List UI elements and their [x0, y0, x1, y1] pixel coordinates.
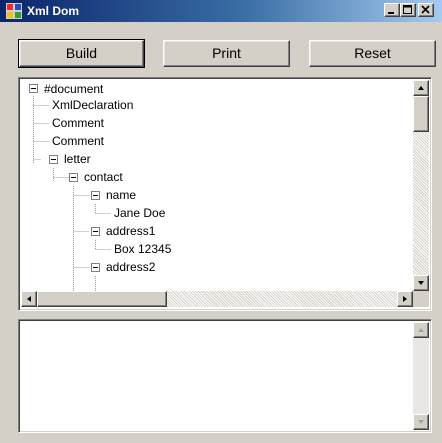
tree-node-jane-doe[interactable]: Jane Doe	[114, 204, 165, 222]
arrow-up-icon	[418, 328, 424, 332]
arrow-left-icon	[27, 296, 31, 302]
expander-letter[interactable]	[49, 155, 58, 164]
expander-contact[interactable]	[69, 173, 78, 182]
arrow-down-icon	[418, 281, 424, 285]
output-scroll-up-button[interactable]	[413, 322, 429, 338]
tree-scroll-right-button[interactable]	[397, 291, 413, 307]
title-bar[interactable]: Xml Dom	[0, 0, 442, 22]
tree-node-xmldeclaration[interactable]: XmlDeclaration	[52, 96, 133, 114]
maximize-icon	[403, 5, 412, 14]
tree-node-address1[interactable]: address1	[106, 222, 155, 240]
expander-address1[interactable]	[91, 227, 100, 236]
tree-vertical-thumb[interactable]	[413, 96, 429, 132]
arrow-up-icon	[418, 86, 424, 90]
tree-node-contact[interactable]: contact	[84, 168, 123, 186]
tree-node-name[interactable]: name	[106, 186, 136, 204]
arrow-down-icon	[418, 420, 424, 424]
app-icon	[6, 3, 22, 19]
xml-tree-view[interactable]: #document XmlDeclaration Comment Comment…	[18, 77, 432, 311]
close-icon	[421, 5, 430, 14]
close-button[interactable]	[418, 3, 434, 17]
output-scroll-down-button[interactable]	[413, 414, 429, 430]
minimize-icon	[388, 12, 394, 14]
tree-scroll-up-button[interactable]	[413, 80, 429, 96]
arrow-right-icon	[403, 296, 407, 302]
maximize-button[interactable]	[400, 3, 416, 17]
main-window: Xml Dom Build Print Reset #document XmlD…	[0, 0, 442, 443]
tree-scroll-left-button[interactable]	[21, 291, 37, 307]
tree-horizontal-thumb[interactable]	[37, 291, 167, 307]
tree-node-address2[interactable]: address2	[106, 258, 155, 276]
scroll-corner	[413, 291, 429, 307]
output-text	[23, 323, 409, 427]
output-textbox[interactable]	[18, 319, 432, 433]
build-button[interactable]: Build	[18, 39, 145, 68]
print-button[interactable]: Print	[163, 40, 290, 67]
tree-content: #document XmlDeclaration Comment Comment…	[21, 80, 413, 291]
minimize-button[interactable]	[384, 3, 400, 17]
expander-document[interactable]	[29, 84, 38, 93]
window-title: Xml Dom	[27, 4, 80, 18]
tree-scroll-down-button[interactable]	[413, 275, 429, 291]
tree-node-box[interactable]: Box 12345	[114, 240, 171, 258]
tree-node-comment-1[interactable]: Comment	[52, 114, 104, 132]
reset-button[interactable]: Reset	[309, 40, 436, 67]
expander-address2[interactable]	[91, 263, 100, 272]
expander-name[interactable]	[91, 191, 100, 200]
tree-node-letter[interactable]: letter	[64, 150, 91, 168]
tree-node-comment-2[interactable]: Comment	[52, 132, 104, 150]
